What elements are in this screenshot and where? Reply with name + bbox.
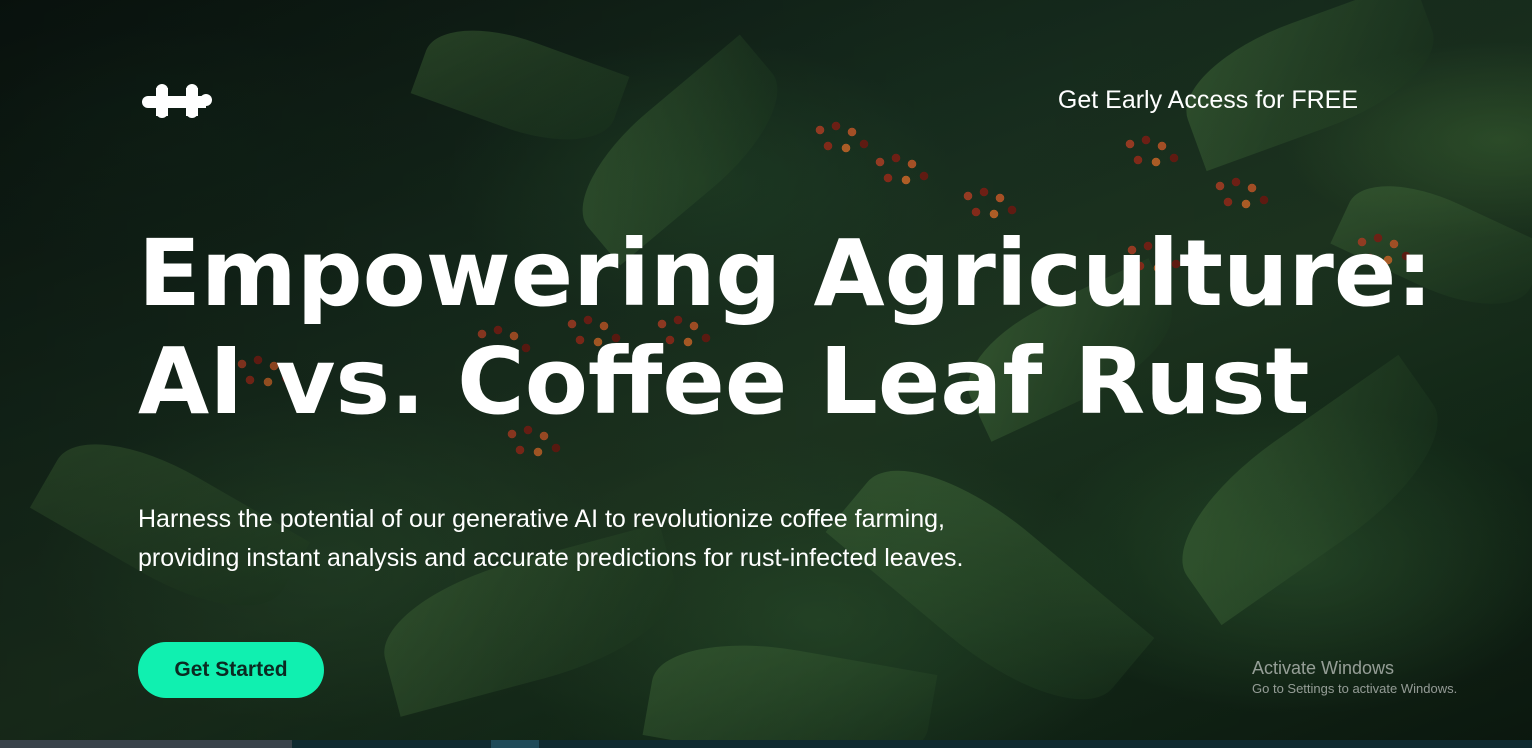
watermark-title: Activate Windows [1252, 658, 1395, 678]
hero-section: Get Early Access for FREE Empowering Agr… [0, 0, 1532, 748]
headline-line-2: AI vs. Coffee Leaf Rust [138, 328, 1310, 435]
headline-line-1: Empowering Agriculture: [138, 220, 1434, 327]
watermark-subtitle: Go to Settings to activate Windows. [1252, 681, 1458, 696]
subtitle-line-1: Harness the potential of our generative … [138, 505, 945, 533]
molecule-logo-icon[interactable] [140, 80, 212, 122]
taskbar-active-app[interactable] [491, 740, 539, 748]
hero-headline: Empowering Agriculture: AI vs. Coffee Le… [138, 220, 1433, 436]
get-started-button[interactable]: Get Started [138, 642, 324, 698]
subtitle-line-2: providing instant analysis and accurate … [138, 544, 964, 572]
early-access-link[interactable]: Get Early Access for FREE [1058, 86, 1358, 115]
hero-subtitle: Harness the potential of our generative … [138, 500, 1038, 578]
taskbar[interactable] [0, 740, 1532, 748]
logo-graphic [142, 84, 212, 118]
activate-windows-watermark: Activate Windows Go to Settings to activ… [1252, 657, 1457, 699]
taskbar-search-segment[interactable] [0, 740, 292, 748]
